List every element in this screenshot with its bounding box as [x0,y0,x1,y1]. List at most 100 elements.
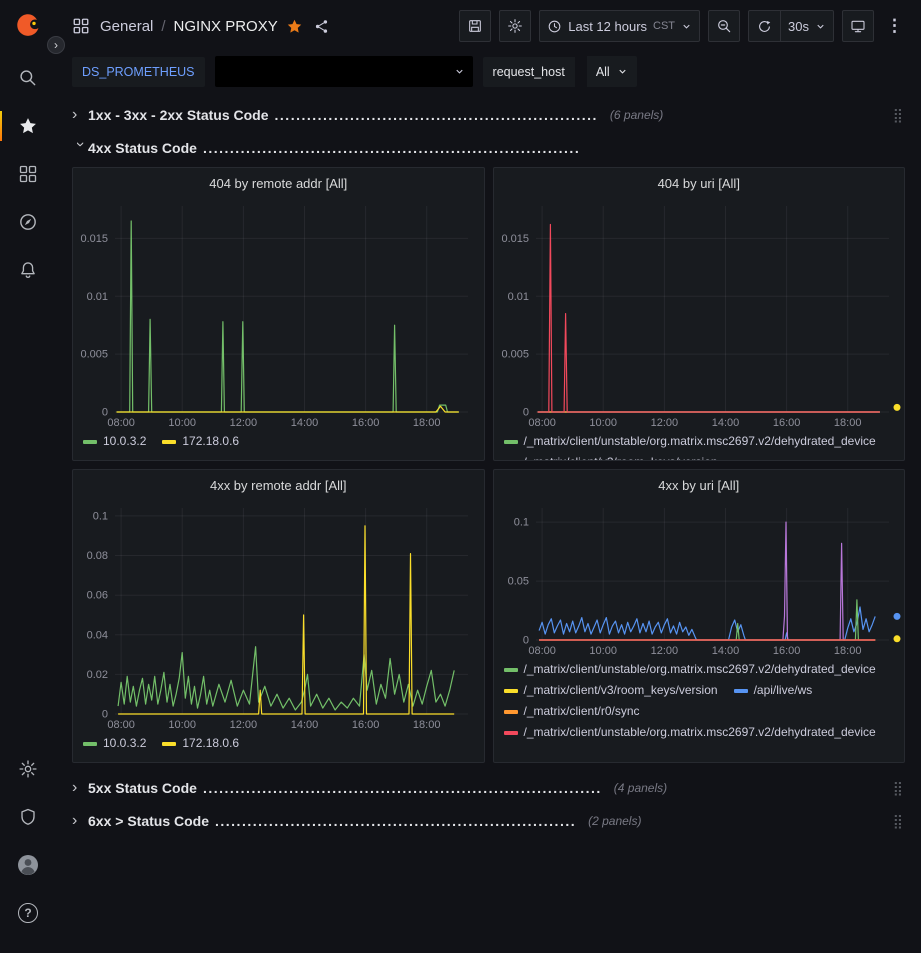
sidebar-item-server-admin[interactable] [8,797,48,837]
sidebar-item-explore[interactable] [8,202,48,242]
apps-grid-icon [72,17,90,35]
row-panel-count: (4 panels) [614,781,667,795]
legend-label: /api/live/ws [754,682,813,699]
chevron-right-icon: › [72,813,88,829]
svg-text:14:00: 14:00 [291,417,319,429]
sidebar-expand-button[interactable]: › [47,36,65,54]
favorite-star-button[interactable] [286,18,303,35]
legend-swatch [504,440,518,444]
dashboard-content: › 1xx - 3xx - 2xx Status Code ..........… [56,97,921,953]
panel-4xx-by-uri: 4xx by uri [All] 00.050.108:0010:0012:00… [493,469,906,763]
apps-menu-button[interactable] [72,17,90,35]
save-dashboard-button[interactable] [459,10,491,42]
row-1xx-3xx-2xx[interactable]: › 1xx - 3xx - 2xx Status Code ..........… [72,100,905,130]
dashboard-header: General / NGINX PROXY [56,0,921,52]
breadcrumb-dashboard-title[interactable]: NGINX PROXY [174,18,278,35]
legend-item[interactable]: /_matrix/client/unstable/org.matrix.msc2… [504,724,876,741]
legend-item[interactable]: 172.18.0.6 [162,735,239,752]
timeseries-chart[interactable]: 00.050.108:0010:0012:0014:0016:0018:00 [494,500,905,658]
refresh-interval-picker[interactable]: 30s [780,10,834,42]
sidebar-item-help[interactable]: ? [8,893,48,933]
grafana-logo[interactable] [10,8,46,44]
dashboard-settings-button[interactable] [499,10,531,42]
svg-text:08:00: 08:00 [528,417,556,429]
tv-mode-button[interactable] [842,10,874,42]
svg-text:0.005: 0.005 [80,349,108,361]
timeseries-chart[interactable]: 00.020.040.060.080.108:0010:0012:0014:00… [73,500,484,732]
row-drag-handle[interactable]: ⣿ [891,813,905,830]
row-title-dots: ........................................… [203,780,602,796]
gear-icon [507,18,523,34]
svg-text:08:00: 08:00 [528,645,556,657]
legend-item[interactable]: /api/live/ws [734,682,813,699]
refresh-button[interactable] [748,10,780,42]
request-host-select[interactable]: All [587,56,637,87]
row-title: 5xx Status Code [88,780,197,796]
legend-item[interactable]: /_matrix/client/v3/room_keys/version [504,682,718,699]
legend-swatch [504,731,518,735]
svg-text:14:00: 14:00 [291,719,319,731]
breadcrumb-folder[interactable]: General [100,18,153,35]
panel-title[interactable]: 404 by remote addr [All] [73,168,484,198]
row-4xx[interactable]: › 4xx Status Code ......................… [72,133,905,163]
sidebar-item-dashboards[interactable] [8,154,48,194]
breadcrumb: General / NGINX PROXY [100,18,330,35]
chevron-down-icon [617,66,628,77]
svg-text:0.01: 0.01 [87,291,108,303]
panel-title[interactable]: 4xx by remote addr [All] [73,470,484,500]
legend-swatch [162,440,176,444]
legend-swatch [734,689,748,693]
legend: /_matrix/client/unstable/org.matrix.msc2… [494,430,905,460]
row-title: 1xx - 3xx - 2xx Status Code [88,107,269,123]
save-icon [467,18,483,34]
svg-text:18:00: 18:00 [413,417,441,429]
row-drag-handle[interactable]: ⣿ [891,107,905,124]
row-title-dots: ........................................… [275,107,598,123]
legend-item[interactable]: /_matrix/client/unstable/org.matrix.msc2… [504,433,876,450]
svg-text:12:00: 12:00 [230,417,258,429]
svg-text:08:00: 08:00 [107,719,135,731]
time-range-label: Last 12 hours [568,19,647,34]
timeseries-chart[interactable]: 00.0050.010.01508:0010:0012:0014:0016:00… [494,198,905,430]
svg-text:12:00: 12:00 [650,645,678,657]
legend-label: /_matrix/client/v3/room_keys/version [524,454,718,460]
sidebar-item-search[interactable] [8,58,48,98]
row-5xx[interactable]: › 5xx Status Code ......................… [72,773,905,803]
legend-item[interactable]: 172.18.0.6 [162,433,239,450]
svg-text:18:00: 18:00 [833,645,861,657]
time-range-picker[interactable]: Last 12 hours CST [539,10,700,42]
legend: /_matrix/client/unstable/org.matrix.msc2… [494,658,905,762]
main-area: General / NGINX PROXY [56,0,921,953]
panel-title[interactable]: 4xx by uri [All] [494,470,905,500]
legend-item[interactable]: /_matrix/client/v3/room_keys/version [504,454,718,460]
panel-404-by-remote-addr: 404 by remote addr [All] 00.0050.010.015… [72,167,485,461]
legend-item[interactable]: /_matrix/client/r0/sync [504,703,640,720]
chevron-down-icon: › [72,142,88,158]
zoom-out-time-button[interactable] [708,10,740,42]
grafana-app: › [0,0,921,953]
svg-text:0.1: 0.1 [513,517,528,529]
sidebar-item-alerting[interactable] [8,250,48,290]
legend-item[interactable]: 10.0.3.2 [83,433,146,450]
share-dashboard-button[interactable] [313,18,330,35]
sidebar-item-profile[interactable] [8,845,48,885]
panel-title[interactable]: 404 by uri [All] [494,168,905,198]
legend: 10.0.3.2 172.18.0.6 [73,430,484,460]
kebab-menu-button[interactable]: ⋮ [882,16,907,36]
sidebar-item-starred[interactable] [8,106,48,146]
timeseries-chart[interactable]: 00.0050.010.01508:0010:0012:0014:0016:00… [73,198,484,430]
star-icon [18,116,38,136]
help-icon: ? [18,903,38,923]
sidebar-item-configuration[interactable] [8,749,48,789]
sidebar-bottom: ? [8,749,48,941]
timezone-label: CST [653,20,675,32]
dashboards-grid-icon [18,164,38,184]
row-panel-count: (6 panels) [610,108,663,122]
legend-item[interactable]: /_matrix/client/unstable/org.matrix.msc2… [504,661,876,678]
svg-text:14:00: 14:00 [711,417,739,429]
legend-item[interactable]: 10.0.3.2 [83,735,146,752]
row-6xx[interactable]: › 6xx > Status Code ....................… [72,806,905,836]
row-drag-handle[interactable]: ⣿ [891,780,905,797]
datasource-select[interactable] [215,56,473,87]
svg-text:16:00: 16:00 [772,645,800,657]
